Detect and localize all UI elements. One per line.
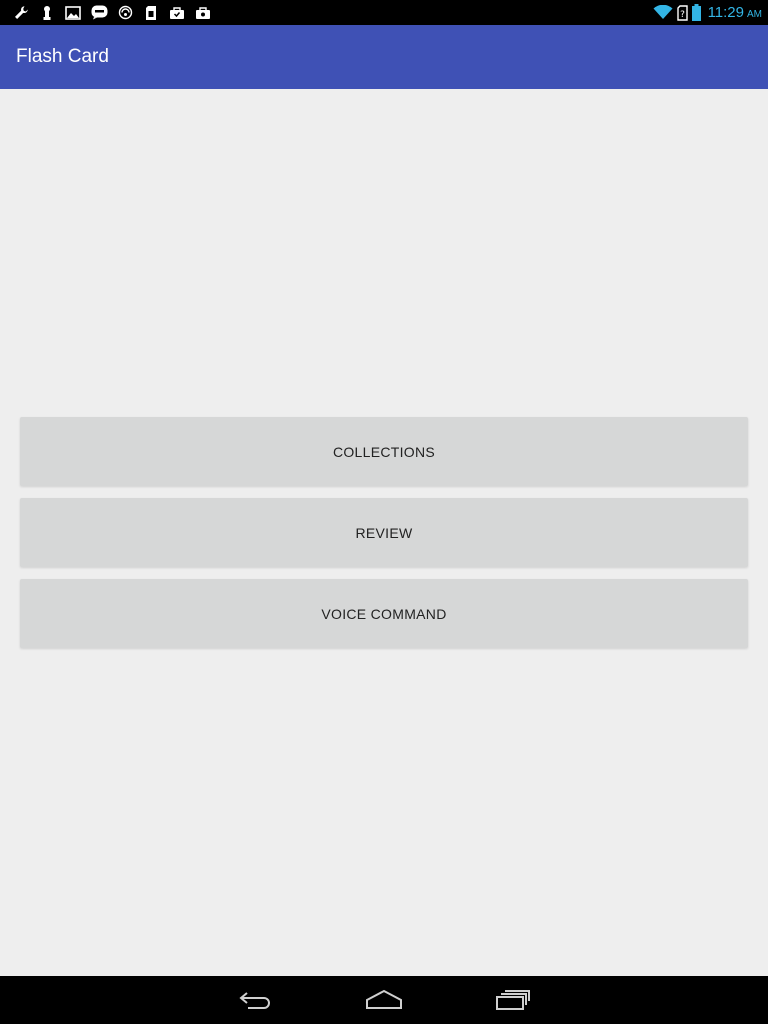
recent-apps-button[interactable] [473,976,553,1024]
sd-card-icon [142,4,160,21]
wrench-icon [12,4,30,21]
no-sim-icon: ? [677,4,689,21]
collections-button[interactable]: COLLECTIONS [20,417,748,486]
navigation-bar [0,976,768,1024]
back-icon [239,992,270,1009]
briefcase-icon [194,4,212,21]
download-icon [168,4,186,21]
zalo-icon [90,4,108,21]
sync-icon [116,4,134,21]
clock-ampm: AM [747,9,762,20]
home-icon [366,989,402,1009]
wifi-icon [653,4,673,21]
back-button[interactable] [216,976,296,1024]
voice-command-button[interactable]: VOICE COMMAND [20,579,748,648]
recent-apps-icon [496,990,530,1010]
home-button[interactable] [344,976,424,1024]
review-button[interactable]: REVIEW [20,498,748,567]
app-bar: Flash Card [0,25,768,89]
status-bar: ? 11:29 AM [0,0,768,25]
system-icons: ? 11:29 AM [653,3,762,22]
main-content: COLLECTIONS REVIEW VOICE COMMAND [0,89,768,976]
clock: 11:29 AM [708,4,762,21]
usb-debug-icon [38,4,56,21]
image-icon [64,4,82,21]
svg-text:?: ? [680,10,685,20]
notification-icons [12,4,220,21]
app-title: Flash Card [16,46,109,67]
battery-icon [692,4,702,21]
clock-time: 11:29 [707,4,744,21]
